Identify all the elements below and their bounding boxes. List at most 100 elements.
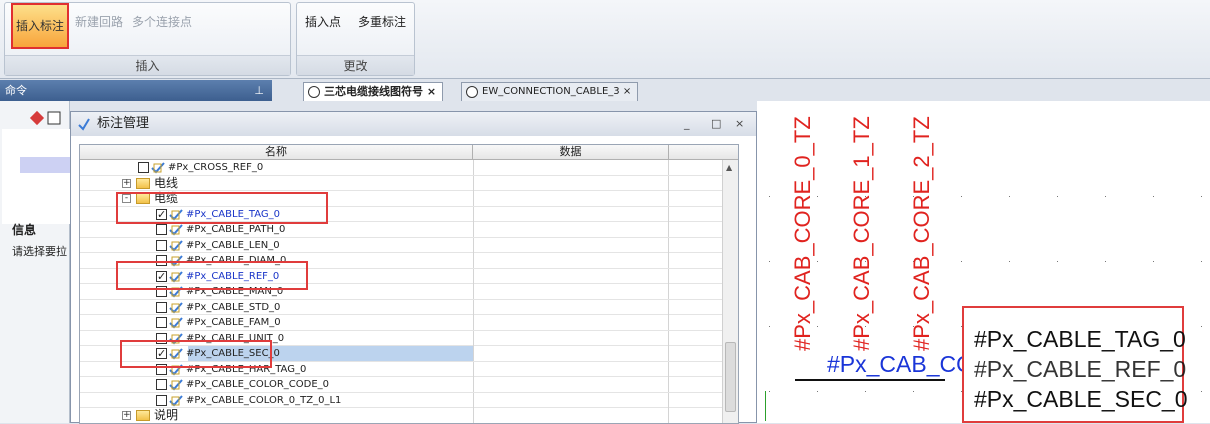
column-divider <box>473 191 474 206</box>
cable-line <box>795 379 945 381</box>
list-selection[interactable] <box>20 157 72 173</box>
dialog-titlebar: 标注管理 _ □ × <box>71 112 756 136</box>
grid-dot <box>769 326 770 327</box>
tree-folder-row[interactable]: + 电线 <box>80 175 730 191</box>
minimize-button[interactable]: _ <box>684 112 690 136</box>
column-divider <box>473 299 474 315</box>
column-divider <box>668 191 669 206</box>
new-circuit-button[interactable]: 新建回路 <box>75 13 123 30</box>
scroll-thumb[interactable] <box>725 342 736 412</box>
column-divider <box>668 330 669 346</box>
vertical-label: #Px_CAB_CORE_1_TZ <box>849 116 874 351</box>
column-divider <box>668 346 669 361</box>
column-divider <box>473 268 474 284</box>
tree-tag-row[interactable]: #Px_CROSS_REF_0 <box>80 160 730 176</box>
column-divider <box>473 284 474 299</box>
grid-dot <box>817 196 818 197</box>
grid-dot <box>817 391 818 392</box>
tag-checkbox[interactable] <box>156 239 167 251</box>
grid-dot <box>1009 261 1010 262</box>
close-button[interactable]: × <box>735 112 744 136</box>
folder-icon <box>136 177 150 189</box>
tree-folder-row[interactable]: + 说明 <box>80 408 730 423</box>
tag-label: #Px_CABLE_COLOR_0_TZ_0_L1 <box>186 394 342 406</box>
column-divider <box>473 346 474 361</box>
pin-icon[interactable]: ⊥ <box>254 80 264 101</box>
tag-checkbox[interactable] <box>156 301 167 313</box>
column-divider <box>668 299 669 315</box>
tag-icon <box>169 394 183 406</box>
tree-tag-row[interactable]: #Px_CABLE_LEN_0 <box>80 237 730 253</box>
vertical-scrollbar[interactable]: ▲ <box>722 160 738 423</box>
highlight-box <box>116 192 328 224</box>
column-divider <box>668 392 669 408</box>
column-divider <box>473 237 474 253</box>
tree-tag-row[interactable]: #Px_CABLE_COLOR_0_TZ_0_L1 <box>80 392 730 408</box>
tag-label: #Px_CABLE_LEN_0 <box>186 239 280 251</box>
grid-dot <box>817 261 818 262</box>
maximize-button[interactable]: □ <box>711 112 721 136</box>
column-divider <box>668 315 669 330</box>
column-divider <box>473 175 474 191</box>
grid-dot <box>1057 261 1058 262</box>
column-divider <box>668 175 669 191</box>
grid-dot <box>769 261 770 262</box>
tree-tag-row[interactable]: #Px_CABLE_PATH_0 <box>80 222 730 238</box>
column-divider <box>668 408 669 423</box>
expand-icon[interactable]: + <box>122 178 131 188</box>
left-panel: 信息 请选择要拉 <box>0 101 72 423</box>
column-divider <box>668 268 669 284</box>
tag-label: #Px_CABLE_STD_0 <box>186 301 281 313</box>
column-divider <box>473 222 474 237</box>
tag-icon <box>169 301 183 313</box>
tag-checkbox[interactable] <box>156 317 167 328</box>
multiple-connection-points-button[interactable]: 多个连接点 <box>132 13 192 30</box>
left-panel-list[interactable] <box>2 129 72 224</box>
folder-label: 电线 <box>154 175 179 190</box>
column-header-data[interactable]: 数据 <box>473 145 669 160</box>
tag-icon <box>169 239 183 251</box>
tree-tag-row[interactable]: #Px_CABLE_COLOR_CODE_0 <box>80 377 730 393</box>
tree-tag-row[interactable]: #Px_CABLE_FAM_0 <box>80 315 730 331</box>
multiple-tags-button[interactable]: 多重标注 <box>358 13 406 30</box>
drawing-icon <box>466 86 478 98</box>
tab-label: EW_CONNECTION_CABLE_3 × <box>482 86 632 97</box>
tree-tag-row[interactable]: #Px_CABLE_STD_0 <box>80 299 730 315</box>
tag-tree-grid[interactable]: 名称 数据 #Px_CROSS_REF_0 + 电线 - 电缆 ✓ #Px_CABLE_TA… <box>79 144 739 424</box>
tab-ew-connection-cable[interactable]: EW_CONNECTION_CABLE_3 × <box>461 82 639 101</box>
info-heading: 信息 <box>12 223 37 237</box>
tab-cable-symbol[interactable]: 三芯电缆接线图符号 × <box>303 82 444 101</box>
tag-checkbox[interactable] <box>138 162 149 173</box>
tag-icon <box>169 224 183 236</box>
vertical-label: #Px_CAB_CORE_2_TZ <box>909 116 934 351</box>
column-divider <box>473 377 474 392</box>
insert-point-button[interactable]: 插入点 <box>305 13 341 30</box>
dialog-title: 标注管理 <box>97 116 150 131</box>
grid-dot <box>1201 391 1202 392</box>
grid-dot <box>1105 261 1106 262</box>
tag-label: #Px_CROSS_REF_0 <box>168 162 264 173</box>
grid-dot <box>1201 326 1202 327</box>
scroll-up-icon[interactable]: ▲ <box>726 163 732 172</box>
cable-tag-label: #Px_CABLE_TAG_0 <box>974 326 1186 352</box>
expand-icon[interactable]: + <box>122 411 131 420</box>
grid-dot <box>817 326 818 327</box>
column-header-name[interactable]: 名称 <box>80 145 473 160</box>
column-header-blank <box>669 145 738 160</box>
command-panel-header: 命令 ⊥ <box>0 80 272 101</box>
tag-checkbox[interactable] <box>156 379 167 390</box>
insert-tag-button[interactable]: 插入标注 <box>11 3 70 49</box>
tag-manager-icon <box>78 118 90 131</box>
ribbon-group-modify: 插入点 多重标注 更改 <box>296 2 415 76</box>
save-icon <box>47 111 61 125</box>
cable-ref-label: #Px_CABLE_REF_0 <box>974 356 1187 382</box>
column-divider <box>668 206 669 222</box>
column-divider <box>473 408 474 423</box>
tag-checkbox[interactable] <box>156 224 167 235</box>
toolbar-icons <box>29 110 61 126</box>
grid-dot <box>1201 196 1202 197</box>
tag-checkbox[interactable] <box>156 394 167 406</box>
cad-drawing-canvas[interactable]: #Px_CAB_CORE_0_TZ #Px_CAB_CORE_1_TZ #Px_… <box>757 101 1210 423</box>
column-divider <box>668 361 669 377</box>
info-text: 请选择要拉 <box>12 245 67 258</box>
